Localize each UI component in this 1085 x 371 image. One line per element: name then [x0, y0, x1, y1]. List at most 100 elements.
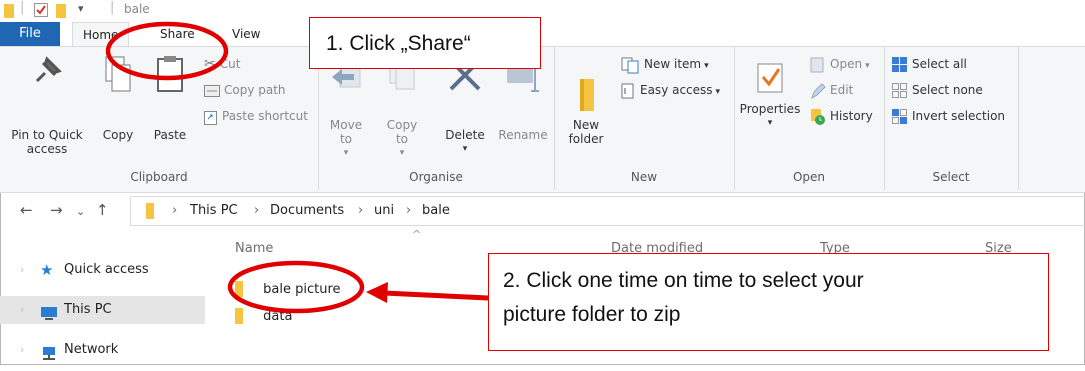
tab-home[interactable]: Home: [72, 22, 130, 48]
crumb-uni[interactable]: uni: [374, 203, 394, 218]
ribbon-tabs: File Home Share View: [0, 22, 1085, 48]
quick-access-toolbar-dropdown-icon[interactable]: ▾: [78, 2, 84, 15]
pin-icon: [35, 56, 62, 83]
recent-locations-chevron-icon[interactable]: ⌄: [76, 205, 85, 218]
easy-access-dropdown-icon: ▾: [715, 87, 721, 97]
easy-access-icon: [621, 83, 634, 98]
separator: |: [110, 0, 115, 15]
select-all-icon: [892, 56, 907, 72]
computer-icon: [40, 303, 58, 331]
clipboard-group-label: Clipboard: [130, 170, 188, 184]
copy-to-dropdown-icon: ▾: [399, 148, 405, 158]
annotation-step-2: 2. Click one time on time to select your…: [488, 253, 1049, 351]
expand-chevron-icon[interactable]: ›: [20, 296, 24, 324]
open-label: Open: [830, 57, 863, 71]
easy-access-label: Easy access: [640, 83, 713, 97]
paste-shortcut-button[interactable]: Paste shortcut: [204, 107, 308, 125]
crumb-this-pc[interactable]: This PC: [190, 203, 238, 218]
invert-selection-icon: [892, 108, 907, 124]
properties-checkmark-icon[interactable]: [34, 3, 48, 21]
address-bar-row: ← → ⌄ ↑ › This PC › Documents › uni › ba…: [0, 196, 1085, 226]
nav-item-quick-access[interactable]: › ★ Quick access: [0, 256, 205, 284]
easy-access-button[interactable]: Easy access ▾: [620, 81, 720, 99]
edit-label: Edit: [830, 83, 854, 97]
select-none-button[interactable]: Select none: [892, 81, 983, 99]
paste-label: Paste: [153, 128, 187, 142]
annotation-step-2-line-2: picture folder to zip: [503, 303, 681, 326]
clipboard-group: Pin to Quick access Copy Paste ✂ Cut Copy…: [0, 47, 319, 190]
new-group: New folder New item ▾ Easy access ▾ New: [554, 47, 735, 190]
crumb-separator: ›: [358, 203, 364, 218]
copy-label: Copy: [102, 128, 134, 142]
select-none-label: Select none: [912, 83, 983, 97]
cut-button[interactable]: ✂ Cut: [204, 55, 240, 73]
properties-label: Properties: [739, 102, 801, 116]
up-arrow-icon[interactable]: ↑: [96, 201, 109, 219]
copy-to-button[interactable]: Copy to ▾: [380, 55, 424, 160]
delete-button[interactable]: Delete ▾: [440, 55, 490, 156]
nav-label: Network: [64, 342, 119, 357]
paste-icon: [157, 56, 183, 92]
organise-group-label: Organise: [409, 170, 463, 184]
crumb-separator: ›: [172, 203, 178, 218]
expand-chevron-icon[interactable]: ›: [20, 336, 24, 364]
sort-indicator-icon: ^: [412, 228, 422, 241]
open-icon: [810, 57, 824, 72]
new-folder-quick-icon[interactable]: [56, 3, 68, 23]
copy-path-button[interactable]: Copy path: [204, 81, 286, 99]
select-all-label: Select all: [912, 57, 967, 71]
list-item-data[interactable]: data: [235, 308, 292, 324]
paste-button[interactable]: Paste: [150, 55, 190, 142]
file-name: data: [263, 308, 293, 324]
address-folder-icon: [146, 203, 156, 223]
tab-file[interactable]: File: [0, 22, 60, 46]
separator: |: [20, 0, 25, 15]
delete-dropdown-icon: ▾: [462, 144, 468, 154]
crumb-separator: ›: [406, 203, 412, 218]
title-bar: | ▾ | bale: [0, 0, 1085, 22]
select-all-button[interactable]: Select all: [892, 55, 967, 73]
move-to-button[interactable]: Move to ▾: [324, 55, 368, 160]
new-folder-label: New folder: [568, 118, 604, 146]
select-group-label: Select: [932, 170, 970, 184]
forward-arrow-icon[interactable]: →: [50, 201, 63, 219]
new-item-label: New item: [644, 57, 702, 71]
copy-path-label: Copy path: [224, 83, 286, 97]
nav-item-network[interactable]: › Network: [0, 336, 205, 364]
new-folder-button[interactable]: New folder: [564, 77, 608, 146]
pin-label: Pin to Quick access: [11, 128, 83, 156]
file-name: bale picture: [263, 281, 341, 297]
folder-icon: [235, 281, 243, 297]
invert-selection-button[interactable]: Invert selection: [892, 107, 1005, 125]
window-title: bale: [124, 2, 150, 16]
nav-item-this-pc[interactable]: › This PC: [0, 296, 205, 324]
tab-share[interactable]: Share: [150, 22, 205, 46]
paste-shortcut-icon: [204, 110, 217, 125]
crumb-separator: ›: [254, 203, 260, 218]
nav-label: Quick access: [64, 262, 149, 277]
properties-button[interactable]: Properties ▾: [738, 61, 802, 130]
list-item-bale-picture[interactable]: bale picture: [235, 281, 341, 297]
folder-icon: [235, 308, 243, 324]
column-header-name[interactable]: Name: [235, 241, 273, 256]
edit-button[interactable]: Edit: [810, 81, 853, 99]
history-icon: [811, 108, 825, 125]
copy-button[interactable]: Copy: [98, 55, 138, 142]
expand-chevron-icon[interactable]: ›: [20, 256, 24, 284]
pin-to-quick-access-button[interactable]: Pin to Quick access: [6, 55, 88, 156]
move-to-dropdown-icon: ▾: [343, 148, 349, 158]
new-item-button[interactable]: New item ▾: [620, 55, 709, 73]
new-folder-icon: [580, 79, 594, 111]
invert-selection-label: Invert selection: [912, 109, 1006, 123]
properties-dropdown-icon: ▾: [767, 118, 773, 128]
crumb-bale[interactable]: bale: [422, 203, 450, 218]
paste-shortcut-label: Paste shortcut: [222, 109, 308, 123]
annotation-step-1: 1. Click „Share“: [309, 17, 541, 69]
star-icon: ★: [40, 261, 54, 279]
tab-view[interactable]: View: [222, 22, 270, 46]
crumb-documents[interactable]: Documents: [270, 203, 344, 218]
history-button[interactable]: History: [810, 107, 873, 125]
copy-path-icon: [204, 84, 220, 97]
back-arrow-icon[interactable]: ←: [20, 201, 33, 219]
open-button[interactable]: Open ▾: [810, 55, 870, 73]
